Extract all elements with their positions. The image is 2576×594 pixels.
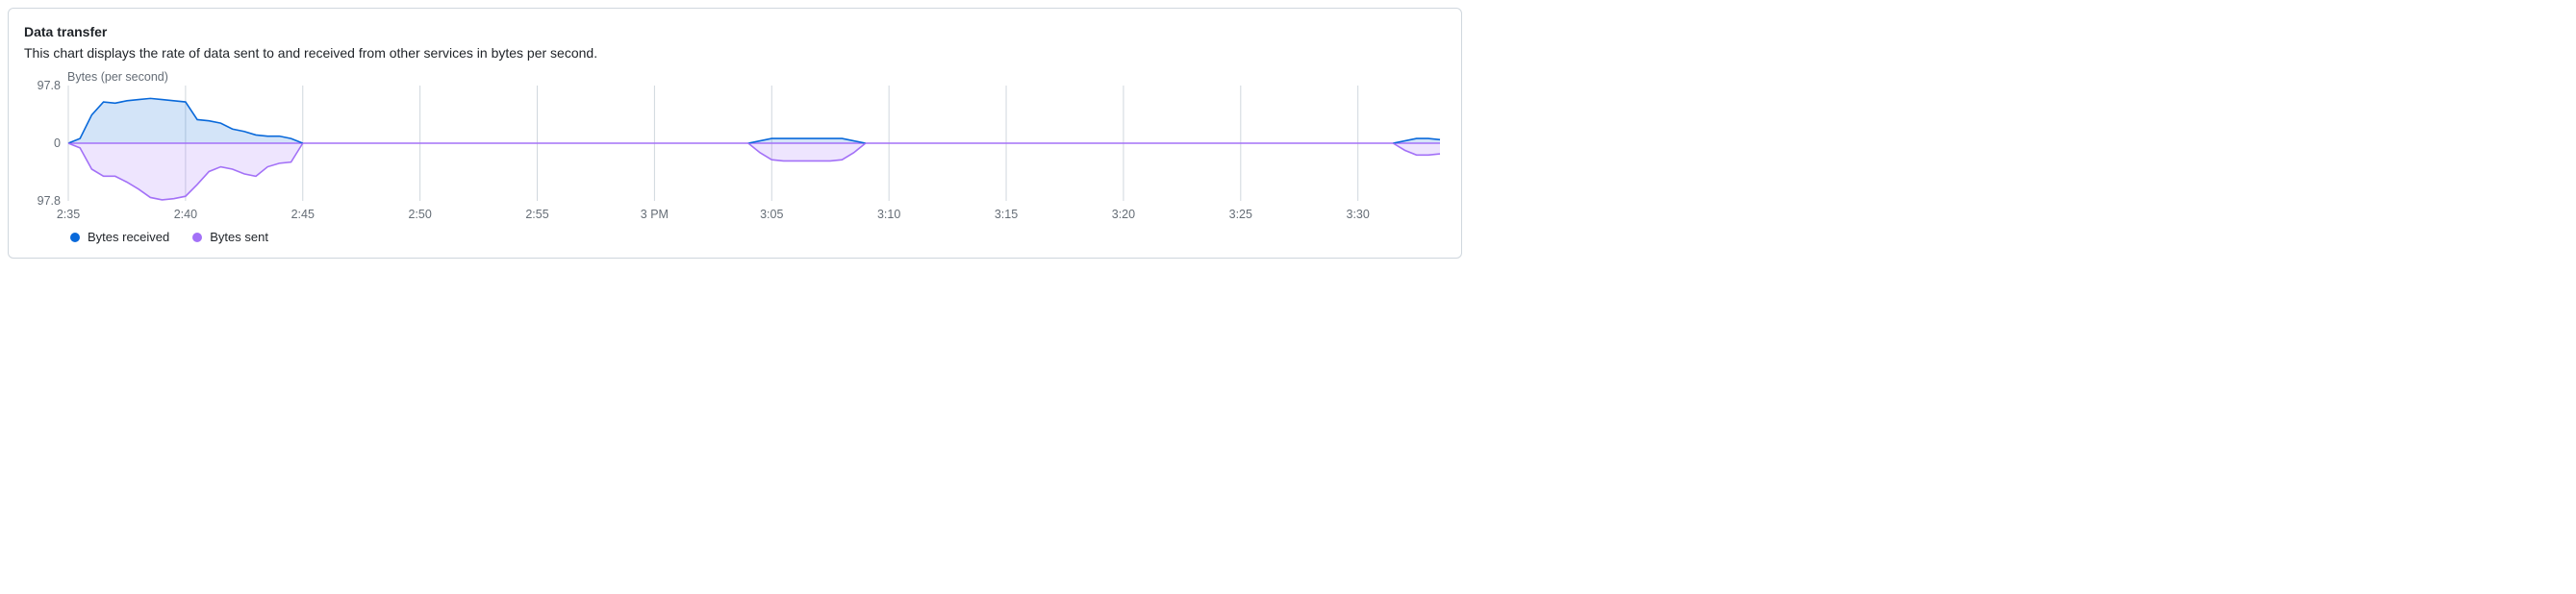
bytes-received-swatch	[70, 233, 80, 242]
svg-text:97.8: 97.8	[38, 79, 61, 92]
svg-text:3:05: 3:05	[760, 208, 783, 221]
legend: Bytes received Bytes sent	[70, 230, 1446, 244]
data-transfer-card: Data transfer This chart displays the ra…	[8, 8, 1462, 259]
svg-text:2:40: 2:40	[174, 208, 197, 221]
chart-title: Data transfer	[24, 24, 1446, 39]
svg-text:0: 0	[54, 136, 61, 150]
svg-text:2:35: 2:35	[57, 208, 80, 221]
legend-label-sent: Bytes sent	[210, 230, 268, 244]
svg-text:3:20: 3:20	[1112, 208, 1135, 221]
chart-svg: 2:35 2:40 2:45 2:50 2:55 3 PM 3:05 3:10 3:15 3:20…	[24, 72, 1446, 222]
svg-text:3:10: 3:10	[877, 208, 900, 221]
chart-area: Bytes (per second) 2:35 2:40 2:45 2:50 2:55 3…	[24, 72, 1446, 222]
legend-item-received[interactable]: Bytes received	[70, 230, 169, 244]
svg-text:2:50: 2:50	[408, 208, 431, 221]
svg-text:3:30: 3:30	[1347, 208, 1370, 221]
bytes-sent-swatch	[192, 233, 202, 242]
svg-text:2:55: 2:55	[525, 208, 548, 221]
svg-text:2:45: 2:45	[291, 208, 315, 221]
svg-text:3 PM: 3 PM	[641, 208, 669, 221]
legend-label-received: Bytes received	[88, 230, 169, 244]
chart-description: This chart displays the rate of data sen…	[24, 45, 1446, 61]
legend-item-sent[interactable]: Bytes sent	[192, 230, 268, 244]
svg-text:3:15: 3:15	[995, 208, 1018, 221]
y-axis-label: Bytes (per second)	[67, 70, 168, 84]
svg-text:3:25: 3:25	[1229, 208, 1252, 221]
svg-text:97.8: 97.8	[38, 194, 61, 208]
